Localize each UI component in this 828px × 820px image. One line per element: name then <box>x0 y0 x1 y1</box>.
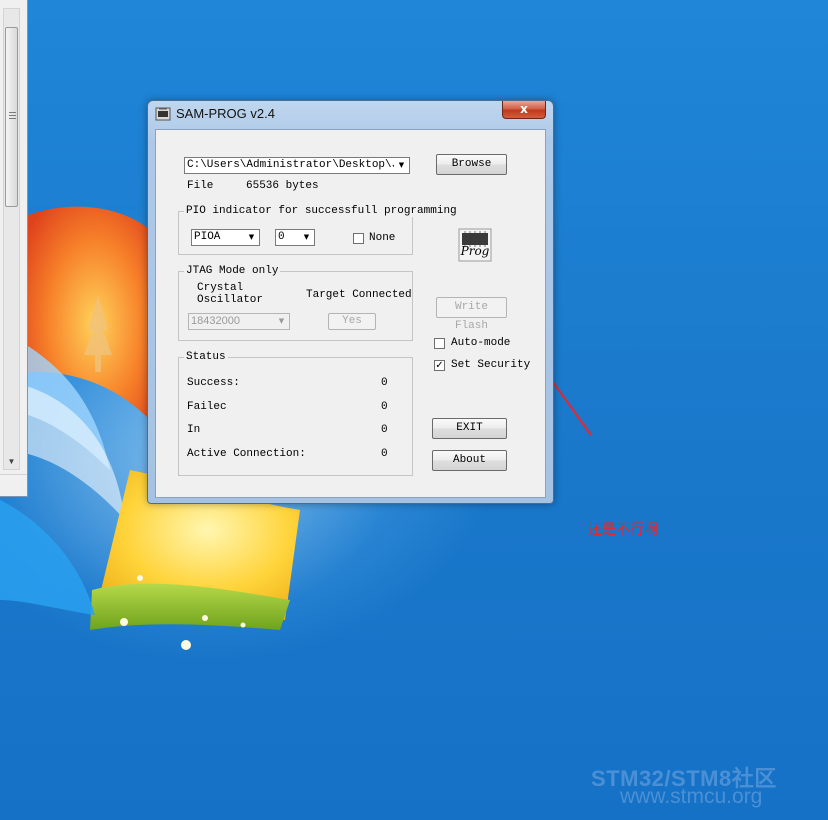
pio-indicator-group: PIO indicator for successfull programmin… <box>178 205 459 255</box>
status-failed-label: Failec <box>187 401 227 413</box>
annotation-text: 还是不行啊 <box>588 522 658 538</box>
status-success-label: Success: <box>187 377 240 389</box>
status-group-legend: Status <box>184 351 228 363</box>
crystal-label: Crystal <box>197 282 244 294</box>
dialog-client-area: C:\Users\Administrator\Desktop\JLI ▼ Bro… <box>155 129 546 498</box>
browse-button[interactable]: Browse <box>436 154 507 175</box>
prog-icon-label: Prog <box>460 244 490 258</box>
checkmark-icon: ✓ <box>435 360 444 371</box>
oscillator-label: Oscillator <box>197 294 264 306</box>
scroll-thumb[interactable] <box>5 27 18 207</box>
crystal-frequency-combo[interactable]: 18432000 ▼ <box>188 313 290 330</box>
pio-pin-value: 0 <box>278 231 285 243</box>
close-button[interactable]: x <box>502 101 546 119</box>
scroll-down-arrow-icon[interactable]: ▼ <box>6 457 17 467</box>
about-button[interactable]: About <box>432 450 507 471</box>
watermark-url: www.stmcu.org <box>620 785 763 808</box>
set-security-label: Set Security <box>451 359 531 371</box>
status-group: Status Success: 0 Failec 0 In 0 Active C… <box>178 351 413 476</box>
crystal-frequency-value: 18432000 <box>191 315 240 327</box>
status-active-connection-value: 0 <box>381 448 388 460</box>
background-horizontal-bar <box>0 474 27 495</box>
auto-mode-checkbox[interactable] <box>434 338 445 349</box>
status-failed-value: 0 <box>381 401 388 413</box>
window-title: SAM-PROG v2.4 <box>176 106 275 121</box>
target-yes-button[interactable]: Yes <box>328 313 376 330</box>
file-path-value: C:\Users\Administrator\Desktop\JLI <box>187 159 410 171</box>
file-path-combo[interactable]: C:\Users\Administrator\Desktop\JLI ▼ <box>184 157 410 174</box>
set-security-checkbox[interactable]: ✓ <box>434 360 445 371</box>
pio-port-combo[interactable]: PIOA ▼ <box>191 229 260 246</box>
none-label: None <box>369 232 396 244</box>
status-success-value: 0 <box>381 377 388 389</box>
auto-mode-label: Auto-mode <box>451 337 511 349</box>
background-vertical-scrollbar[interactable]: ▼ <box>3 8 20 470</box>
app-chip-icon <box>155 107 171 121</box>
exit-button[interactable]: EXIT <box>432 418 507 439</box>
pio-group-legend: PIO indicator for successfull programmin… <box>184 205 459 217</box>
write-flash-button[interactable]: Write Flash <box>436 297 507 332</box>
background-window[interactable]: ▼ <box>0 0 28 497</box>
jtag-mode-group: JTAG Mode only Crystal Oscillator Target… <box>178 265 413 341</box>
status-active-connection-label: Active Connection: <box>187 448 306 460</box>
status-in-value: 0 <box>381 424 388 436</box>
file-size: 65536 bytes <box>246 180 319 192</box>
chevron-down-icon[interactable]: ▼ <box>274 314 289 329</box>
pio-pin-combo[interactable]: 0 ▼ <box>275 229 315 246</box>
chevron-down-icon[interactable]: ▼ <box>299 230 314 245</box>
status-in-label: In <box>187 424 201 436</box>
jtag-group-legend: JTAG Mode only <box>184 265 281 277</box>
scroll-grip-icon <box>9 112 16 120</box>
chevron-down-icon[interactable]: ▼ <box>244 230 259 245</box>
pio-port-value: PIOA <box>194 231 221 243</box>
file-label: File <box>187 180 214 192</box>
target-connected-label: Target Connected <box>306 289 412 301</box>
none-checkbox[interactable] <box>353 233 364 244</box>
chevron-down-icon[interactable]: ▼ <box>394 158 409 173</box>
sam-prog-window: SAM-PROG v2.4 x C:\Users\Administrator\D… <box>147 100 554 504</box>
